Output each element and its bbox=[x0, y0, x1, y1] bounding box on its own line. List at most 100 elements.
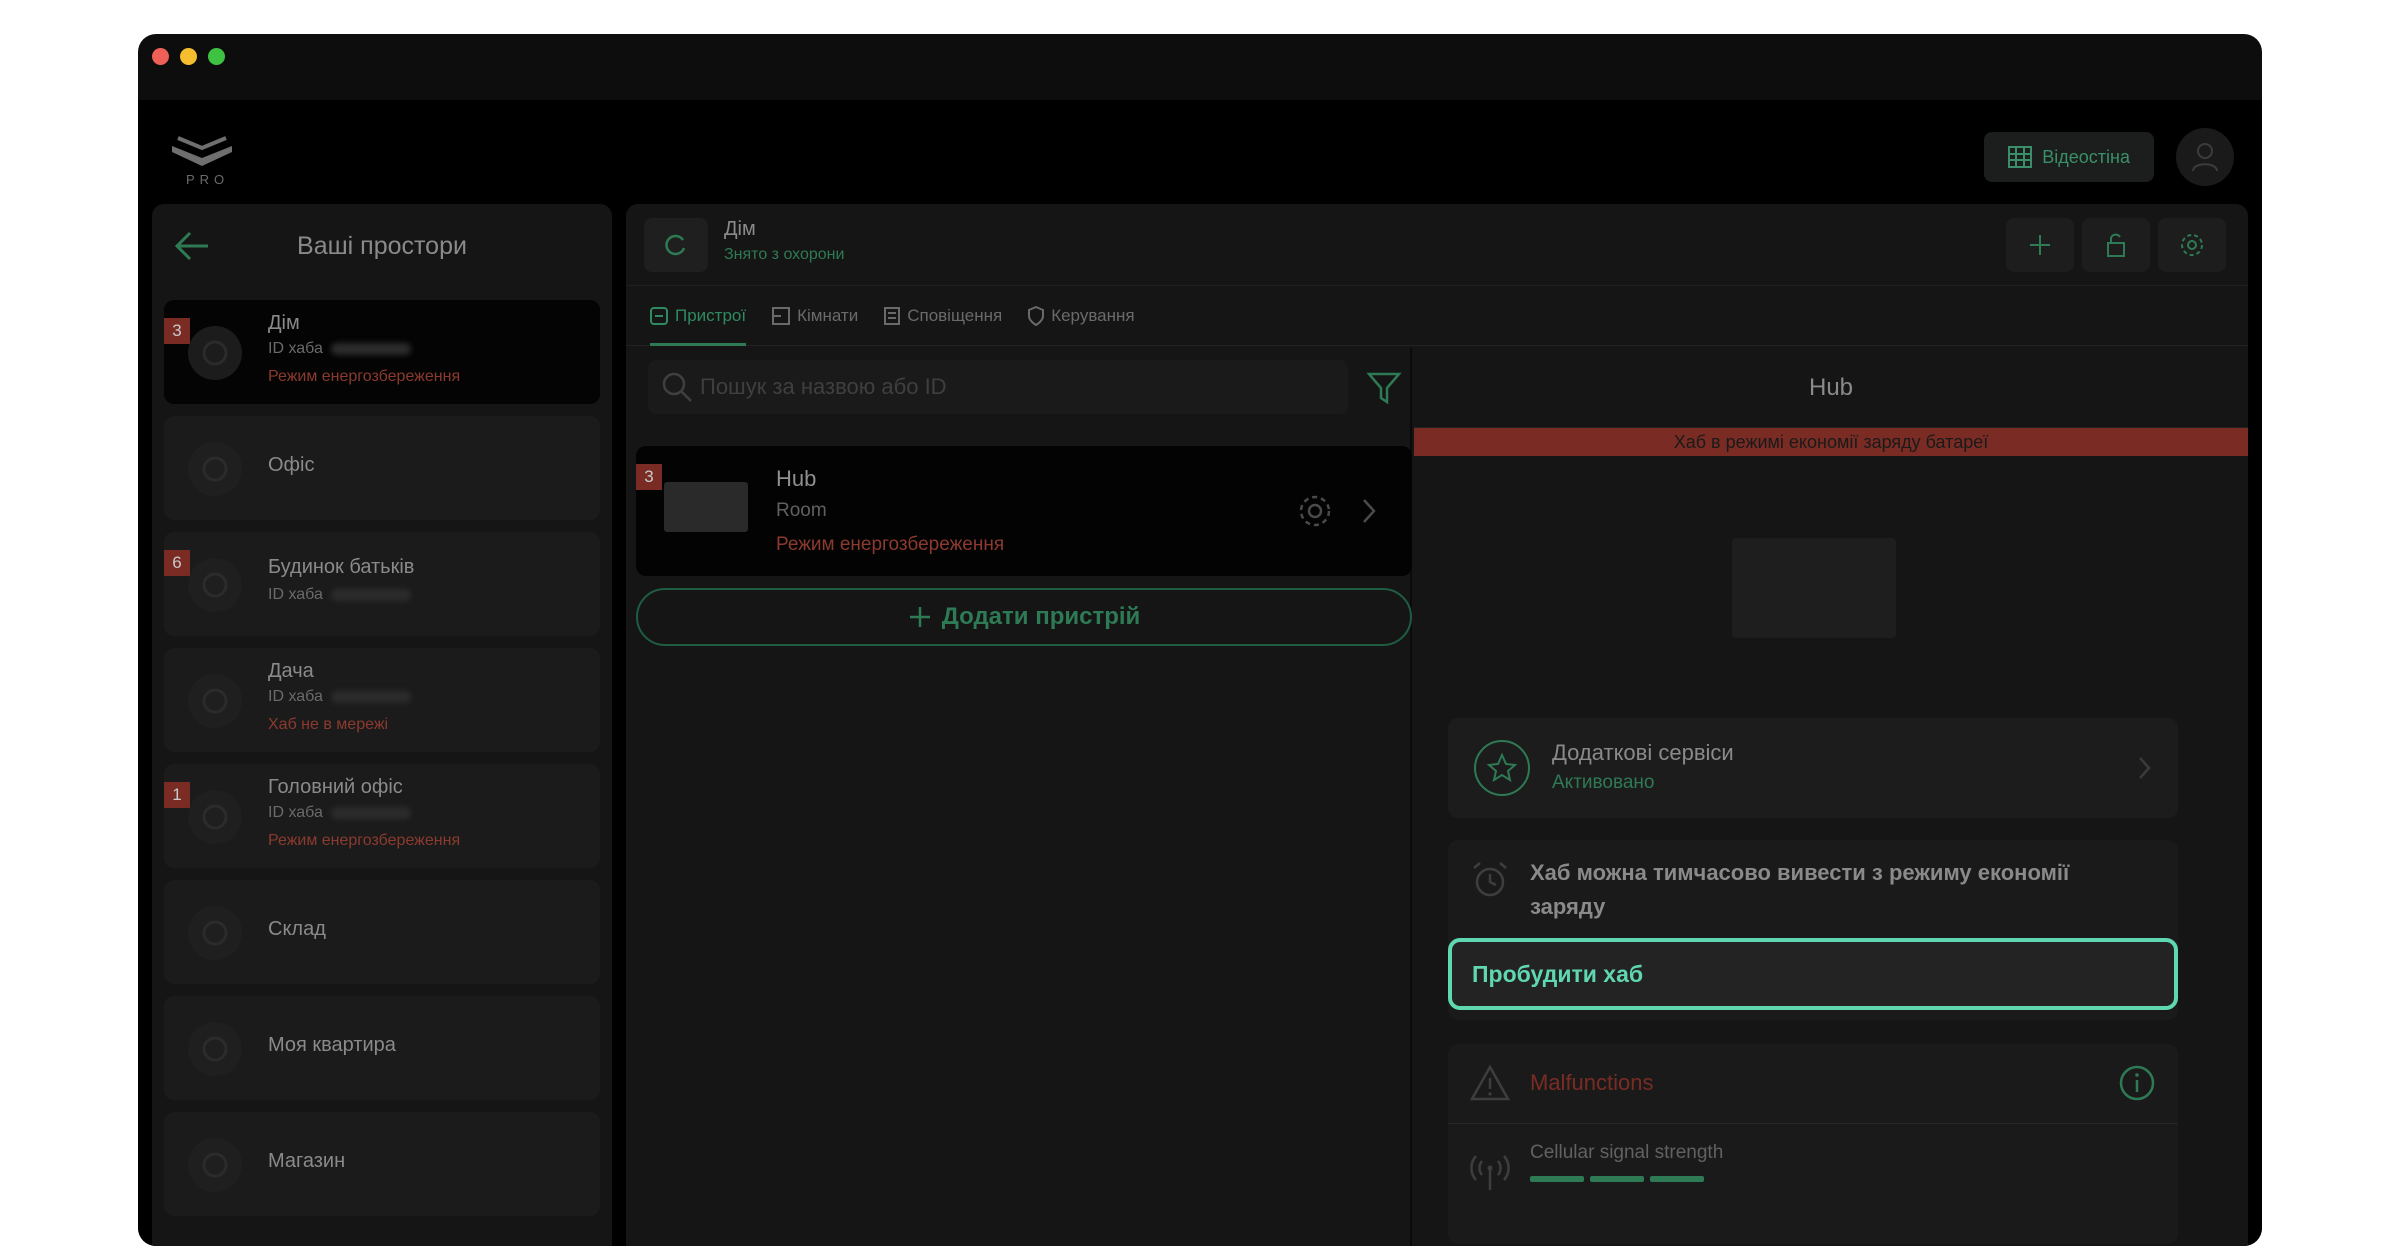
tab-rooms-label: Кімнати bbox=[797, 305, 859, 325]
add-device-label: Додати пристрій bbox=[941, 603, 1141, 630]
space-item[interactable]: Склад bbox=[164, 880, 600, 984]
hub-id: ID хаба bbox=[268, 804, 411, 822]
space-avatar-icon bbox=[188, 674, 242, 728]
space-item[interactable]: 1 Головний офіс ID хаба Режим енергозбер… bbox=[164, 764, 600, 868]
devices-column: 3 Hub Room Режим енергозбереження Додати… bbox=[626, 348, 1412, 1246]
device-name: Hub bbox=[776, 466, 817, 491]
share-button[interactable] bbox=[2082, 218, 2150, 272]
space-name: Головний офіс bbox=[268, 776, 403, 798]
alarm-clock-icon bbox=[1473, 862, 1507, 897]
chevron-right-icon[interactable] bbox=[1356, 496, 1380, 526]
space-status: Режим енергозбереження bbox=[268, 832, 461, 849]
device-room: Room bbox=[776, 500, 827, 521]
space-item[interactable]: Магазин bbox=[164, 1112, 600, 1216]
services-status: Активовано bbox=[1552, 772, 1655, 793]
star-icon bbox=[1474, 740, 1530, 796]
logo-text: PRO bbox=[186, 172, 230, 187]
close-window-button[interactable] bbox=[152, 48, 169, 65]
tab-notifications[interactable]: Сповіщення bbox=[884, 286, 1002, 346]
search-input[interactable] bbox=[700, 374, 1300, 400]
videowall-button[interactable]: Відеостіна bbox=[1984, 132, 2154, 182]
signal-bar bbox=[1590, 1176, 1644, 1182]
space-item[interactable]: 3 Дім ID хаба Режим енергозбереження bbox=[164, 300, 600, 404]
back-arrow-icon[interactable] bbox=[174, 230, 210, 262]
space-item[interactable]: Дача ID хаба Хаб не в мережі bbox=[164, 648, 600, 752]
devices-icon bbox=[650, 306, 668, 325]
signal-bar bbox=[1650, 1176, 1704, 1182]
space-avatar-icon bbox=[188, 326, 242, 380]
info-icon[interactable] bbox=[2118, 1064, 2156, 1102]
warning-icon bbox=[1470, 1064, 1510, 1101]
services-title: Додаткові сервіси bbox=[1552, 740, 1734, 765]
alert-count-badge: 3 bbox=[164, 318, 190, 344]
tab-rooms[interactable]: Кімнати bbox=[772, 286, 858, 346]
space-avatar-icon bbox=[188, 906, 242, 960]
malfunctions-card: Malfunctions Cellular signal strength bbox=[1448, 1044, 2178, 1244]
space-avatar-icon bbox=[188, 790, 242, 844]
filter-icon[interactable] bbox=[1366, 370, 1402, 406]
arm-status: Знято з охорони bbox=[724, 246, 845, 263]
device-row[interactable]: 3 Hub Room Режим енергозбереження bbox=[636, 446, 1412, 576]
settings-button[interactable] bbox=[2158, 218, 2226, 272]
tab-control-label: Керування bbox=[1051, 305, 1135, 325]
blurred-hub-id bbox=[330, 806, 411, 819]
space-panel: Дім Знято з охорони Пристрої Кімнати Спо… bbox=[626, 204, 2248, 1246]
user-icon bbox=[2192, 143, 2218, 172]
wake-hint: Хаб можна тимчасово вивести з режиму еко… bbox=[1530, 860, 2070, 919]
shield-icon bbox=[1028, 305, 1045, 326]
wake-hub-card: Хаб можна тимчасово вивести з режиму еко… bbox=[1448, 840, 2178, 1020]
tab-devices[interactable]: Пристрої bbox=[650, 286, 747, 346]
hub-board-image bbox=[1732, 538, 1896, 638]
detail-title: Hub bbox=[1414, 348, 2248, 428]
hub-id-label: ID хаба bbox=[268, 804, 323, 821]
hub-id: ID хаба bbox=[268, 688, 411, 706]
space-name: Дача bbox=[268, 660, 314, 682]
signal-strength-bars bbox=[1530, 1176, 1704, 1182]
minimize-window-button[interactable] bbox=[180, 48, 197, 65]
grid-icon bbox=[2008, 146, 2033, 168]
rooms-icon bbox=[772, 306, 791, 325]
space-title: Дім bbox=[724, 218, 756, 240]
space-name: Офіс bbox=[268, 454, 315, 476]
alert-count-badge: 1 bbox=[164, 782, 190, 808]
signal-bar bbox=[1530, 1176, 1584, 1182]
space-item[interactable]: Моя квартира bbox=[164, 996, 600, 1100]
user-avatar[interactable] bbox=[2176, 128, 2234, 186]
hub-image bbox=[664, 482, 748, 532]
hub-detail-panel: Hub Хаб в режимі економії заряду батареї… bbox=[1414, 348, 2248, 1246]
tab-control[interactable]: Керування bbox=[1028, 286, 1135, 346]
tab-notifications-label: Сповіщення bbox=[907, 305, 1003, 325]
additional-services-card[interactable]: Додаткові сервіси Активовано bbox=[1448, 718, 2178, 818]
alert-count-badge: 6 bbox=[164, 550, 190, 576]
window-controls bbox=[152, 48, 225, 65]
maximize-window-button[interactable] bbox=[208, 48, 225, 65]
wake-hub-button[interactable]: Пробудити хаб bbox=[1448, 938, 2178, 1010]
space-name: Будинок батьків bbox=[268, 556, 415, 578]
tab-devices-label: Пристрої bbox=[675, 305, 747, 325]
videowall-label: Відеостіна bbox=[2042, 146, 2130, 167]
reload-button[interactable] bbox=[644, 218, 708, 272]
add-button[interactable] bbox=[2006, 218, 2074, 272]
alert-count-badge: 3 bbox=[636, 464, 662, 490]
gear-icon[interactable] bbox=[1296, 492, 1334, 530]
search-icon bbox=[662, 372, 692, 402]
gear-icon bbox=[2181, 234, 2203, 256]
space-toolbar bbox=[2006, 218, 2226, 272]
space-avatar-icon bbox=[188, 442, 242, 496]
search-bar bbox=[648, 360, 1348, 414]
space-name: Моя квартира bbox=[268, 1034, 396, 1056]
hub-id-label: ID хаба bbox=[268, 340, 323, 357]
space-item[interactable]: Офіс bbox=[164, 416, 600, 520]
reload-icon bbox=[665, 234, 686, 256]
app-window: PRO Відеостіна Ваші простори 3 Дім ID ха… bbox=[138, 34, 2262, 1246]
space-name: Склад bbox=[268, 918, 326, 940]
space-status: Режим енергозбереження bbox=[268, 368, 461, 385]
chevron-right-icon bbox=[2139, 757, 2151, 779]
hub-id: ID хаба bbox=[268, 586, 411, 604]
malfunctions-header: Malfunctions bbox=[1448, 1044, 2178, 1124]
hub-id-label: ID хаба bbox=[268, 586, 323, 603]
space-item[interactable]: 6 Будинок батьків ID хаба bbox=[164, 532, 600, 636]
space-name: Магазин bbox=[268, 1150, 346, 1172]
spaces-list: 3 Дім ID хаба Режим енергозбереження Офі… bbox=[164, 300, 600, 1228]
add-device-button[interactable]: Додати пристрій bbox=[636, 588, 1412, 646]
